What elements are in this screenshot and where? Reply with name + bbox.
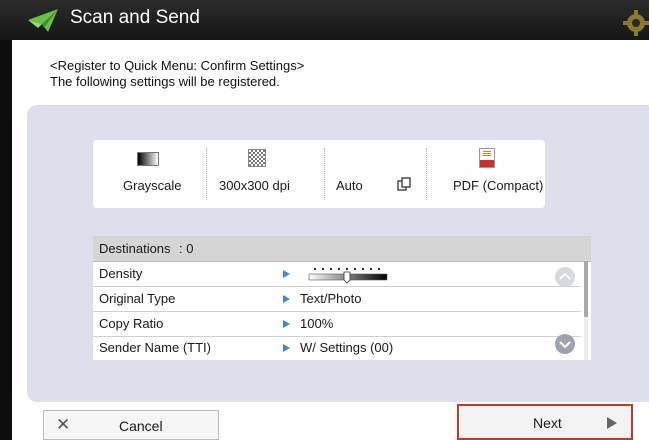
setting-row-original-type[interactable]: Original Type Text/Photo [93, 287, 581, 312]
gear-icon[interactable] [623, 10, 649, 36]
send-icon [28, 9, 58, 32]
divider [324, 148, 325, 200]
file-format-label: PDF (Compact) [453, 178, 544, 193]
arrow-right-icon [283, 295, 290, 303]
density-slider [308, 267, 388, 284]
confirm-heading: <Register to Quick Menu: Confirm Setting… [50, 58, 305, 73]
scrollbar-thumb[interactable] [584, 261, 588, 317]
setting-row-sender-name[interactable]: Sender Name (TTI) W/ Settings (00) [93, 336, 581, 360]
app-title: Scan and Send [70, 7, 200, 28]
settings-list: Destinations : 0 Density Original Type T… [93, 236, 591, 360]
paper-size-label: Auto [336, 178, 363, 193]
chevron-up-icon [559, 272, 571, 280]
title-bar: Scan and Send [0, 0, 649, 40]
resolution-icon [248, 149, 266, 167]
destinations-label: Destinations [99, 241, 171, 256]
cancel-label: Cancel [119, 418, 163, 434]
arrow-right-icon [283, 270, 290, 278]
settings-summary: Grayscale 300x300 dpi Auto PDF (Compact) [93, 140, 545, 208]
arrow-right-icon [283, 344, 290, 352]
paper-size-icon [397, 177, 411, 191]
setting-label: Density [99, 266, 143, 281]
pdf-file-icon [479, 148, 495, 168]
setting-label: Original Type [99, 291, 176, 306]
scroll-up-button[interactable] [555, 267, 575, 287]
setting-label: Sender Name (TTI) [99, 340, 211, 355]
arrow-right-icon [607, 417, 617, 429]
scroll-down-button[interactable] [555, 334, 575, 354]
divider [206, 148, 207, 200]
setting-row-copy-ratio[interactable]: Copy Ratio 100% [93, 312, 581, 337]
setting-label: Copy Ratio [99, 316, 164, 331]
setting-row-density[interactable]: Density [93, 262, 581, 287]
setting-value: W/ Settings (00) [300, 340, 394, 355]
next-label: Next [533, 415, 562, 431]
left-edge [0, 40, 12, 440]
setting-value: Text/Photo [300, 291, 362, 306]
setting-value: 100% [300, 316, 334, 331]
destinations-header: Destinations : 0 [93, 236, 591, 262]
confirm-subheading: The following settings will be registere… [50, 74, 280, 89]
destinations-count: : 0 [179, 241, 194, 256]
arrow-right-icon [283, 320, 290, 328]
next-button[interactable]: Next [457, 404, 633, 440]
color-mode-label: Grayscale [123, 178, 182, 193]
resolution-label: 300x300 dpi [219, 178, 290, 193]
chevron-down-icon [559, 341, 571, 349]
divider [426, 148, 427, 200]
close-icon: ✕ [56, 415, 71, 434]
cancel-button[interactable]: ✕ Cancel [43, 410, 219, 440]
grayscale-icon [137, 152, 159, 166]
